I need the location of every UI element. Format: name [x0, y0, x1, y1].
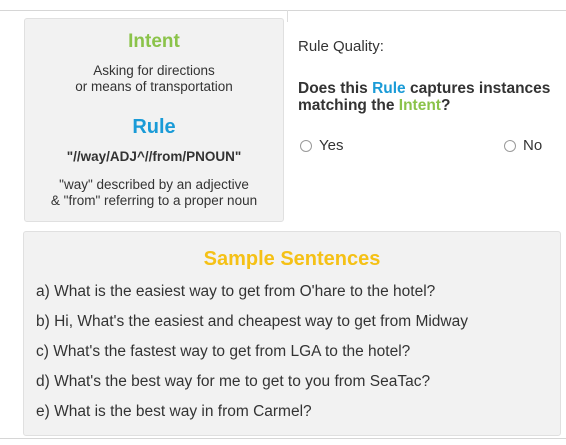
rule-description-line: & "from" referring to a proper noun: [50, 193, 258, 208]
question-text: Does this: [298, 80, 373, 97]
yes-radio-label[interactable]: Yes: [319, 137, 343, 154]
rule-title: Rule: [132, 116, 176, 138]
sample-sentence: a) What is the easiest way to get from O…: [36, 283, 436, 300]
sample-sentence: d) What's the best way for me to get to …: [36, 373, 431, 390]
question-intent-highlight: Intent: [398, 97, 441, 114]
no-radio-label[interactable]: No: [523, 137, 542, 154]
intent-description-line: or means of transportation: [75, 79, 233, 94]
column-divider: [287, 10, 288, 22]
rule-quality-task: Intent Asking for directions or means of…: [0, 0, 566, 445]
intent-description-line: Asking for directions: [93, 63, 215, 78]
sample-sentences-card: Sample Sentences a) What is the easiest …: [23, 231, 561, 436]
sample-sentence: e) What is the best way in from Carmel?: [36, 403, 312, 420]
sample-sentence: c) What's the fastest way to get from LG…: [36, 343, 411, 360]
question-rule-highlight: Rule: [372, 80, 406, 97]
no-radio-button[interactable]: [504, 139, 516, 152]
intent-rule-card: Intent Asking for directions or means of…: [24, 18, 284, 222]
rule-pattern: "//way/ADJ^//from/PNOUN": [66, 149, 242, 164]
top-divider: [0, 10, 566, 11]
no-radio-option[interactable]: No: [504, 137, 542, 154]
rule-description-line: "way" described by an adjective: [59, 177, 249, 192]
yes-radio-button[interactable]: [300, 139, 312, 152]
sample-sentence: b) Hi, What's the easiest and cheapest w…: [36, 313, 468, 330]
yes-radio-option[interactable]: Yes: [300, 137, 343, 154]
rule-description: "way" described by an adjective & "from"…: [25, 177, 283, 209]
question-text: ?: [440, 97, 451, 114]
intent-description: Asking for directions or means of transp…: [25, 63, 283, 95]
bottom-divider: [0, 438, 566, 439]
sample-sentences-title: Sample Sentences: [203, 248, 381, 270]
rule-quality-question: Does this Rule captures instances matchi…: [298, 80, 560, 114]
intent-title: Intent: [128, 31, 180, 52]
sample-sentences-list: a) What is the easiest way to get from O…: [36, 277, 556, 427]
rule-quality-label: Rule Quality:: [298, 38, 384, 55]
